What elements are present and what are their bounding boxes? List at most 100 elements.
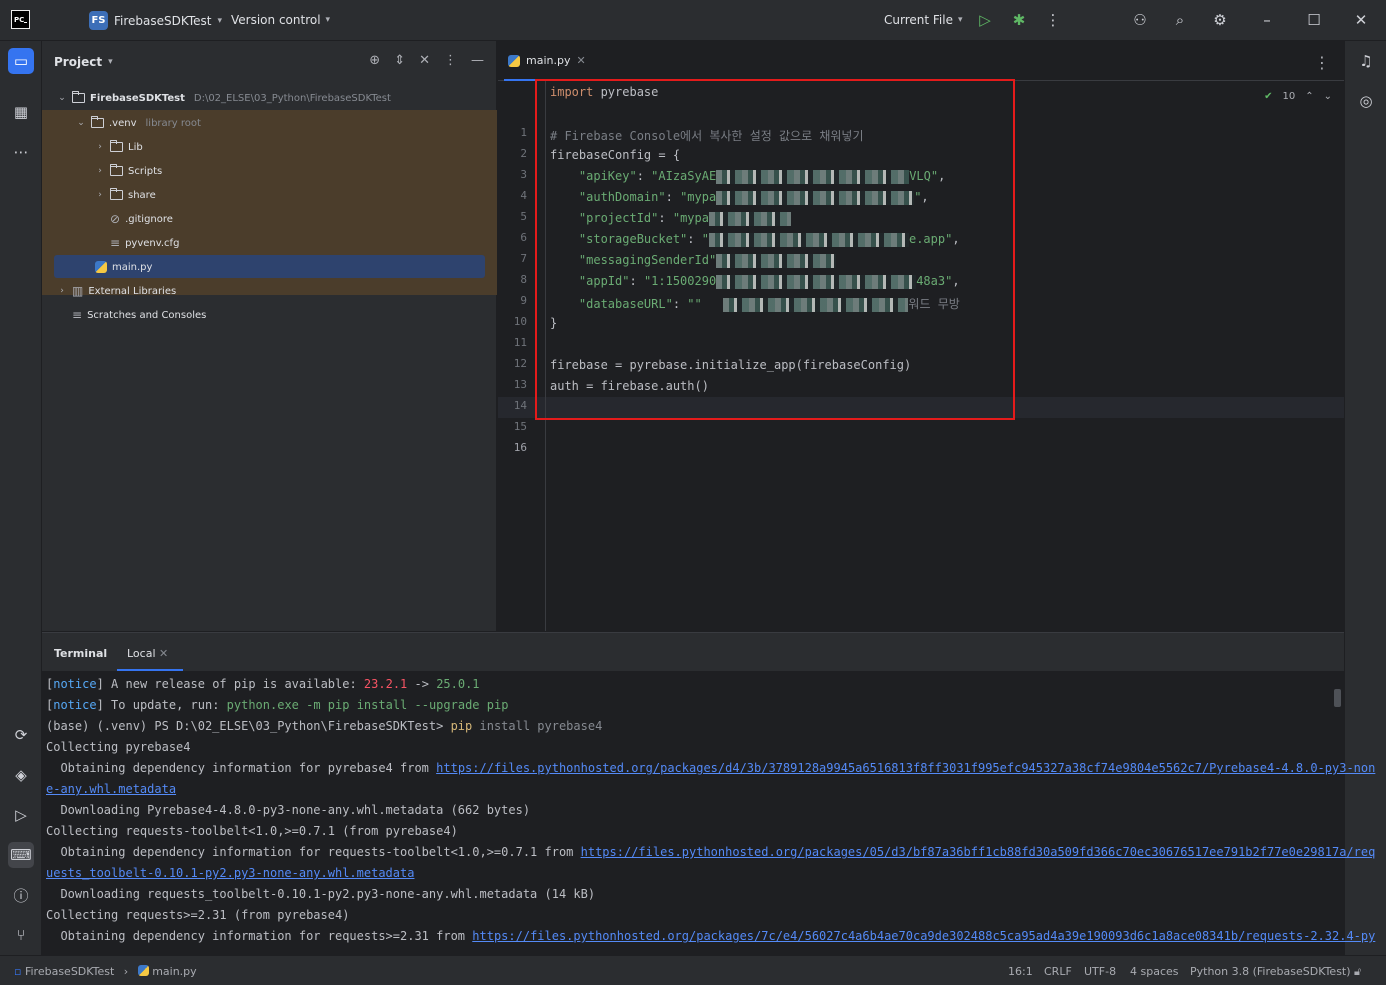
tree-item-pyvenv[interactable]: ≡ pyvenv.cfg <box>110 232 179 254</box>
python-interpreter[interactable]: Python 3.8 (FirebaseSDKTest) <box>1190 965 1351 978</box>
chevron-up-icon[interactable]: ⌃ <box>1305 91 1313 102</box>
package-link[interactable]: https://files.pythonhosted.org/packages/… <box>436 761 1375 775</box>
project-selector[interactable]: FS FirebaseSDKTest ▾ <box>89 11 222 30</box>
project-badge: FS <box>89 11 108 30</box>
package-link[interactable]: https://files.pythonhosted.org/packages/… <box>581 845 1376 859</box>
add-user-icon[interactable]: ⚇ <box>1130 10 1150 30</box>
terminal-line: [notice] A new release of pip is availab… <box>46 677 480 691</box>
tree-root[interactable]: ⌄ FirebaseSDKTest D:\02_ELSE\03_Python\F… <box>57 87 391 109</box>
close-icon[interactable]: ✕ <box>1351 10 1371 30</box>
tree-item-scratches[interactable]: ≡ Scratches and Consoles <box>72 304 206 326</box>
version-control-label: Version control <box>231 13 321 27</box>
editor-tab-main-py[interactable]: main.py ✕ <box>508 54 586 67</box>
main-menu-icon[interactable] <box>50 12 68 28</box>
tree-item-external-libraries[interactable]: › ▥ External Libraries <box>57 280 176 302</box>
python-file-icon <box>508 54 520 67</box>
indent-setting[interactable]: 4 spaces <box>1130 965 1179 978</box>
options-icon[interactable]: ⋮ <box>444 53 457 68</box>
chevron-down-icon: ⌄ <box>58 93 66 103</box>
breadcrumb-file[interactable]: main.py <box>152 965 196 978</box>
root-name: FirebaseSDKTest <box>90 92 185 104</box>
line-number: 1 <box>520 126 527 139</box>
terminal-line: Obtaining dependency information for req… <box>46 929 1376 943</box>
terminal-scrollbar[interactable] <box>1334 689 1341 707</box>
maximize-icon[interactable]: ☐ <box>1304 10 1324 30</box>
inspection-widget[interactable]: ✔ 10 ⌃ ⌄ <box>1264 91 1332 102</box>
package-link[interactable]: e-any.whl.metadata <box>46 782 176 796</box>
problems-icon[interactable]: ⓘ <box>8 882 34 908</box>
line-number: 13 <box>513 378 527 391</box>
tab-local[interactable]: Local ✕ <box>127 647 168 660</box>
ai-assistant-icon[interactable]: ◎ <box>1353 88 1379 114</box>
expand-all-icon[interactable]: ⇕ <box>394 53 405 68</box>
file-encoding[interactable]: UTF-8 <box>1084 965 1116 978</box>
inspection-count: 10 <box>1282 91 1296 102</box>
close-tab-icon[interactable]: ✕ <box>576 54 585 67</box>
ide-window: PC FS FirebaseSDKTest ▾ Version control … <box>0 0 1386 985</box>
chevron-down-icon: ⌄ <box>77 118 85 128</box>
line-number: 16 <box>513 441 527 454</box>
collapse-all-icon[interactable]: ✕ <box>419 53 430 68</box>
editor-tab-bar: main.py ✕ ⋮ <box>498 41 1344 81</box>
package-link[interactable]: uests_toolbelt-0.10.1-py2.py3-none-any.w… <box>46 866 414 880</box>
status-bar: ▫ FirebaseSDKTest › main.py 16:1 CRLF UT… <box>0 955 1386 985</box>
title-bar: PC FS FirebaseSDKTest ▾ Version control … <box>0 0 1386 41</box>
chevron-down-icon: ▾ <box>217 15 222 26</box>
structure-icon[interactable]: ▦ <box>8 99 34 125</box>
python-packages-icon[interactable]: ⟳ <box>8 722 34 748</box>
tree-item-venv[interactable]: ⌄ .venv library root <box>76 112 201 134</box>
version-control-menu[interactable]: Version control ▾ <box>231 13 330 27</box>
services-icon[interactable]: ▷ <box>8 802 34 828</box>
more-tools-icon[interactable]: ⋯ <box>8 139 34 165</box>
lock-icon[interactable]: 🔓︎ <box>1354 965 1361 979</box>
terminal-line: Collecting requests-toolbelt<1.0,>=0.7.1… <box>46 824 458 838</box>
breadcrumb[interactable]: ▫ FirebaseSDKTest › main.py <box>14 965 197 978</box>
module-icon: ▫ <box>14 965 22 978</box>
tree-item-label: Scratches and Consoles <box>87 309 207 321</box>
more-icon[interactable]: ⋮ <box>1043 10 1063 30</box>
close-tab-icon[interactable]: ✕ <box>159 647 168 660</box>
chevron-down-icon[interactable]: ⌄ <box>1324 91 1332 102</box>
layers-icon[interactable]: ◈ <box>8 762 34 788</box>
tree-item-label: Lib <box>128 141 143 153</box>
red-annotation-box <box>535 79 1015 420</box>
terminal-header: Terminal Local ✕ <box>42 633 1344 671</box>
tree-item-gitignore[interactable]: ⊘ .gitignore <box>110 208 173 230</box>
breadcrumb-project[interactable]: FirebaseSDKTest <box>25 965 114 978</box>
line-number: 6 <box>520 231 527 244</box>
terminal-prompt-line: (base) (.venv) PS D:\02_ELSE\03_Python\F… <box>46 719 603 733</box>
tree-item-scripts[interactable]: › Scripts <box>95 160 162 182</box>
minimize-icon[interactable]: – <box>1257 10 1277 30</box>
debug-icon[interactable]: ✱ <box>1009 10 1029 30</box>
project-folder-icon[interactable]: ▭ <box>8 48 34 74</box>
library-icon: ▥ <box>72 284 84 298</box>
terminal-line: Obtaining dependency information for req… <box>46 845 1376 859</box>
project-panel-toolbar: ⊕ ⇕ ✕ ⋮ — <box>369 53 484 68</box>
git-icon[interactable]: ⑂ <box>8 922 34 948</box>
root-path: D:\02_ELSE\03_Python\FirebaseSDKTest <box>193 92 391 104</box>
folder-icon <box>72 91 85 103</box>
package-link[interactable]: https://files.pythonhosted.org/packages/… <box>472 929 1375 943</box>
chevron-right-icon: › <box>98 166 102 176</box>
line-separator[interactable]: CRLF <box>1044 965 1072 978</box>
tree-item-lib[interactable]: › Lib <box>95 136 143 158</box>
terminal-line: e-any.whl.metadata <box>46 782 176 796</box>
hide-panel-icon[interactable]: — <box>471 53 484 68</box>
notifications-bell-icon[interactable]: ♫ <box>1353 48 1379 74</box>
chevron-down-icon: ▾ <box>957 15 963 25</box>
caret-position[interactable]: 16:1 <box>1008 965 1033 978</box>
project-panel-header[interactable]: Project ▾ <box>54 55 113 69</box>
search-icon[interactable]: ⌕ <box>1170 10 1190 30</box>
settings-gear-icon[interactable]: ⚙ <box>1210 10 1230 30</box>
chevron-right-icon: › <box>60 286 64 296</box>
line-number: 15 <box>513 420 527 433</box>
run-icon[interactable]: ▷ <box>975 10 995 30</box>
text-file-icon: ≡ <box>110 236 121 250</box>
terminal-icon[interactable]: ⌨ <box>8 842 34 868</box>
line-number: 11 <box>513 336 527 349</box>
tree-item-main-py[interactable]: main.py <box>95 256 152 278</box>
tree-item-share[interactable]: › share <box>95 184 156 206</box>
editor-options-icon[interactable]: ⋮ <box>1314 53 1330 72</box>
locate-icon[interactable]: ⊕ <box>369 53 380 68</box>
run-config-selector[interactable]: Current File ▾ <box>884 13 963 27</box>
